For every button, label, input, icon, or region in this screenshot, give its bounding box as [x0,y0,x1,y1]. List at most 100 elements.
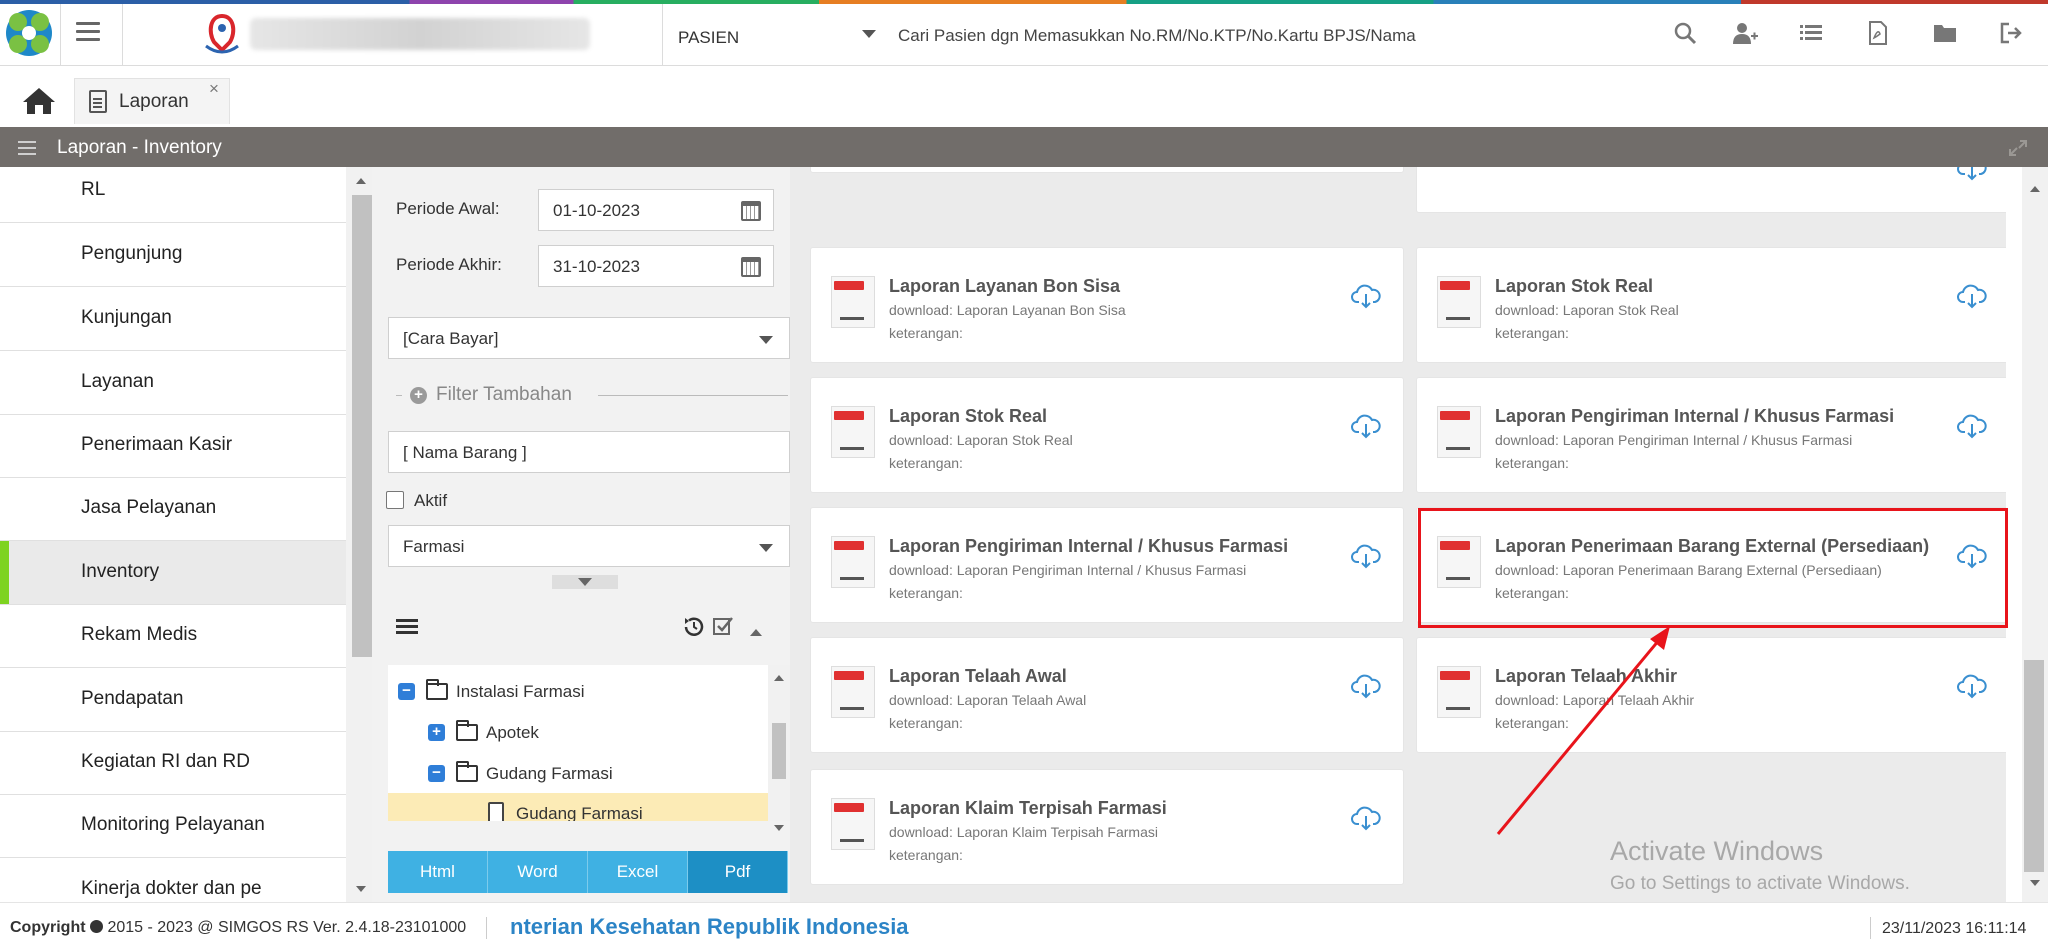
report-category-menu: RL Pengunjung Kunjungan Layanan Penerima… [0,167,346,902]
tree-scrollbar-thumb[interactable] [772,723,786,779]
scroll-up-arrow-icon[interactable] [774,675,784,681]
category-scrollbar-thumb[interactable] [352,195,372,657]
report-card[interactable]: Laporan Stok Real download: Laporan Stok … [810,377,1404,493]
report-title[interactable]: Laporan Klaim Terpisah Farmasi [889,798,1167,819]
patient-type-select[interactable]: PASIEN [662,4,890,66]
top-navbar: PASIEN [0,0,2048,66]
report-card[interactable]: Laporan Telaah Awal download: Laporan Tel… [810,637,1404,753]
category-item-rekam-medis[interactable]: Rekam Medis [0,604,346,668]
category-item-kunjungan[interactable]: Kunjungan [0,287,346,351]
export-excel-button[interactable]: Excel [588,851,688,893]
category-item-kegiatan-ri-rd[interactable]: Kegiatan RI dan RD [0,731,346,795]
scroll-down-arrow-icon[interactable] [2030,880,2040,886]
export-html-button[interactable]: Html [388,851,488,893]
chevron-down-icon [759,544,773,552]
report-title[interactable]: Laporan Pengiriman Internal / Khusus Far… [1495,406,1894,427]
search-icon[interactable] [1672,20,1698,46]
scroll-down-arrow-icon[interactable] [356,886,366,892]
patient-search-input[interactable] [898,24,1658,48]
folder-icon[interactable] [1932,20,1958,46]
cloud-download-icon[interactable] [1957,412,1987,440]
tree-node-label: Gudang Farmasi [516,804,643,821]
report-title[interactable]: Laporan Telaah Awal [889,666,1067,687]
unit-select[interactable]: Farmasi [388,525,790,567]
cloud-download-icon[interactable] [1351,542,1381,570]
tab-label: Laporan [119,91,189,112]
checklist-icon[interactable] [712,615,734,637]
app-logo-icon[interactable] [6,10,52,56]
cloud-download-icon[interactable] [1351,672,1381,700]
report-keterangan: keterangan: [1495,325,1569,341]
scroll-down-arrow-icon[interactable] [774,825,784,831]
cara-bayar-select[interactable]: [Cara Bayar] [388,317,790,359]
report-card-partial[interactable] [810,167,1404,173]
nama-barang-input[interactable]: [ Nama Barang ] [388,431,790,473]
close-icon[interactable]: × [209,79,219,99]
report-title[interactable]: Laporan Stok Real [1495,276,1653,297]
category-item-kinerja-dokter[interactable]: Kinerja dokter dan pe [0,858,346,902]
report-card-partial[interactable] [1416,167,2006,213]
cloud-download-icon[interactable] [1351,282,1381,310]
report-card[interactable]: Laporan Layanan Bon Sisa download: Lapora… [810,247,1404,363]
cloud-download-icon[interactable] [1351,412,1381,440]
export-word-button[interactable]: Word [488,851,588,893]
tree-node-apotek[interactable]: + Apotek [388,712,768,752]
calendar-icon[interactable] [741,257,761,277]
list-icon[interactable] [1798,20,1824,46]
collapse-up-icon[interactable] [750,629,762,636]
collapse-toggle-icon[interactable]: − [428,765,445,782]
menu-icon[interactable] [18,141,36,155]
category-item-monitoring-pelayanan[interactable]: Monitoring Pelayanan [0,794,346,858]
category-item-pendapatan[interactable]: Pendapatan [0,668,346,732]
category-label: RL [81,179,106,200]
scroll-up-arrow-icon[interactable] [2030,186,2040,192]
category-label: Monitoring Pelayanan [81,814,265,835]
expand-icon[interactable] [2008,139,2028,157]
category-item-pengunjung[interactable]: Pengunjung [0,223,346,287]
periode-akhir-label: Periode Akhir: [396,255,502,274]
logout-icon[interactable] [1998,20,2024,46]
tree-node-gudang-farmasi-leaf[interactable]: Gudang Farmasi [388,793,768,821]
plus-circle-icon[interactable]: + [410,387,427,404]
report-title[interactable]: Laporan Layanan Bon Sisa [889,276,1120,297]
hamburger-menu-icon[interactable] [76,22,100,42]
pdf-file-icon [831,798,875,850]
aktif-checkbox[interactable] [386,491,404,509]
home-icon[interactable] [22,86,56,116]
expand-toggle-icon[interactable]: + [428,724,445,741]
history-icon[interactable] [682,615,706,639]
category-item-layanan[interactable]: Layanan [0,351,346,415]
report-card[interactable]: Laporan Stok Real download: Laporan Stok … [1416,247,2006,363]
report-card[interactable]: Laporan Pengiriman Internal / Khusus Far… [1416,377,2006,493]
export-pdf-button[interactable]: Pdf [688,851,788,893]
report-card[interactable]: Laporan Pengiriman Internal / Khusus Far… [810,507,1404,623]
category-item-jasa-pelayanan[interactable]: Jasa Pelayanan [0,477,346,541]
report-title[interactable]: Laporan Pengiriman Internal / Khusus Far… [889,536,1288,557]
category-label: Layanan [81,371,154,392]
report-title[interactable]: Laporan Stok Real [889,406,1047,427]
cloud-download-icon[interactable] [1957,282,1987,310]
report-scrollbar-thumb[interactable] [2024,660,2044,872]
pdf-file-icon[interactable] [1865,20,1891,46]
scroll-up-arrow-icon[interactable] [356,178,366,184]
copyright-prefix: Copyright [10,919,86,936]
category-item-penerimaan-kasir[interactable]: Penerimaan Kasir [0,414,346,478]
tree-node-gudang-farmasi[interactable]: − Gudang Farmasi [388,753,768,793]
collapse-toggle-icon[interactable]: − [398,683,415,700]
calendar-icon[interactable] [741,201,761,221]
category-item-inventory[interactable]: Inventory [0,541,346,605]
cloud-download-icon[interactable] [1957,167,1987,182]
periode-awal-field[interactable]: 01-10-2023 [538,189,774,231]
unit-tree: − Instalasi Farmasi + Apotek − Gudang Fa… [388,665,768,821]
periode-akhir-field[interactable]: 31-10-2023 [538,245,774,287]
add-user-icon[interactable] [1732,20,1758,46]
list-icon[interactable] [396,619,418,637]
filter-tambahan-toggle[interactable]: + Filter Tambahan [396,383,788,407]
tree-node-instalasi-farmasi[interactable]: − Instalasi Farmasi [388,671,768,711]
cloud-download-icon[interactable] [1957,672,1987,700]
cloud-download-icon[interactable] [1351,804,1381,832]
tab-laporan[interactable]: Laporan × [74,78,230,124]
report-card[interactable]: Laporan Klaim Terpisah Farmasi download: … [810,769,1404,885]
category-item-rl[interactable]: RL [0,167,346,223]
expand-handle[interactable] [552,575,618,589]
